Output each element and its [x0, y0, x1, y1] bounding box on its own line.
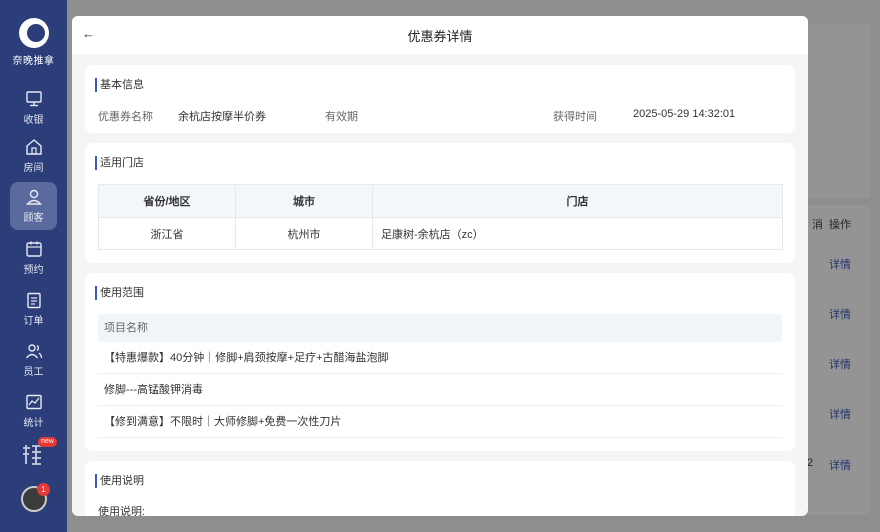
calendar-icon [25, 241, 42, 257]
column-header: 省份/地区 [98, 184, 236, 218]
list-item: 修脚---高锰酸钾消毒 [98, 374, 782, 406]
chart-icon [25, 394, 42, 410]
notification-badge: 1 [37, 483, 50, 496]
instructions-text: 使用说明: [98, 506, 146, 516]
nav-label: 顾客 [23, 213, 44, 224]
section-title: 基本信息 [95, 78, 144, 92]
app-logo: 奈晚推拿 [0, 18, 67, 67]
home-icon [25, 139, 42, 155]
nav-item-staff[interactable]: 员工 [10, 336, 57, 384]
store-cell: 足康树-余杭店（zc） [372, 217, 783, 250]
dialog-title: 优惠券详情 [407, 29, 473, 44]
logo-text: 奈晚推拿 [12, 56, 55, 67]
user-icon [25, 189, 42, 205]
moon-logo-icon [18, 18, 49, 48]
section-title: 使用范围 [95, 286, 144, 300]
clipboard-icon [26, 292, 41, 309]
sidebar: 奈晚推拿 收银 房间 顾客 预约 订单 员工 统计 new 1 [0, 0, 67, 532]
nav-label: 订单 [23, 316, 44, 327]
applicable-stores-card: 适用门店 省份/地区 城市 门店 浙江省 杭州市 足康树-余杭店（zc） [85, 143, 795, 263]
coupon-detail-dialog: 优惠券详情 ← 基本信息 优惠券名称 余杭店按摩半价券 有效期 获得时间 202… [72, 16, 808, 516]
scope-column-header: 项目名称 [98, 314, 782, 342]
list-item: 【特惠爆款】40分钟｜修脚+肩颈按摩+足疗+古醋海盐泡脚 [98, 342, 782, 374]
nav-item-rooms[interactable]: 房间 [10, 132, 57, 180]
basic-info-card: 基本信息 优惠券名称 余杭店按摩半价券 有效期 获得时间 2025-05-29 … [85, 65, 795, 133]
nav-label: 员工 [23, 367, 44, 378]
obtained-time-label: 获得时间 [553, 111, 597, 123]
nav-label: 统计 [23, 418, 44, 429]
monitor-icon [25, 91, 42, 107]
stores-table: 省份/地区 城市 门店 浙江省 杭州市 足康树-余杭店（zc） [98, 184, 783, 250]
coupon-name-label: 优惠券名称 [98, 111, 153, 123]
coupon-name-value: 余杭店按摩半价券 [178, 111, 266, 123]
section-title: 适用门店 [95, 156, 144, 170]
usage-scope-card: 使用范围 项目名称 【特惠爆款】40分钟｜修脚+肩颈按摩+足疗+古醋海盐泡脚 修… [85, 273, 795, 451]
nav-item-cashier[interactable]: 收银 [10, 84, 57, 132]
validity-label: 有效期 [325, 111, 358, 123]
nav-label: 房间 [23, 163, 44, 174]
instructions-card: 使用说明 使用说明: [85, 461, 795, 516]
nav-item-statistics[interactable]: 统计 [10, 387, 57, 435]
city-cell: 杭州市 [235, 217, 373, 250]
nav-item-orders[interactable]: 订单 [10, 285, 57, 333]
section-title: 使用说明 [95, 474, 144, 488]
table-row: 浙江省 杭州市 足康树-余杭店（zc） [98, 217, 783, 250]
nav-item-customers[interactable]: 顾客 [10, 182, 57, 230]
new-badge: new [38, 437, 57, 447]
column-header: 城市 [235, 184, 373, 218]
staff-icon [25, 344, 42, 359]
nav-label: 预约 [23, 265, 44, 276]
dialog-header: 优惠券详情 ← [72, 16, 808, 54]
nav-label: 收银 [23, 115, 44, 126]
column-header: 门店 [372, 184, 783, 218]
nav-item-appointments[interactable]: 预约 [10, 234, 57, 282]
province-cell: 浙江省 [98, 217, 236, 250]
obtained-time-value: 2025-05-29 14:32:01 [633, 108, 736, 120]
back-arrow-icon[interactable]: ← [82, 26, 95, 41]
list-item: 【修到满意】不限时｜大师修脚+免费一次性刀片 [98, 406, 782, 438]
